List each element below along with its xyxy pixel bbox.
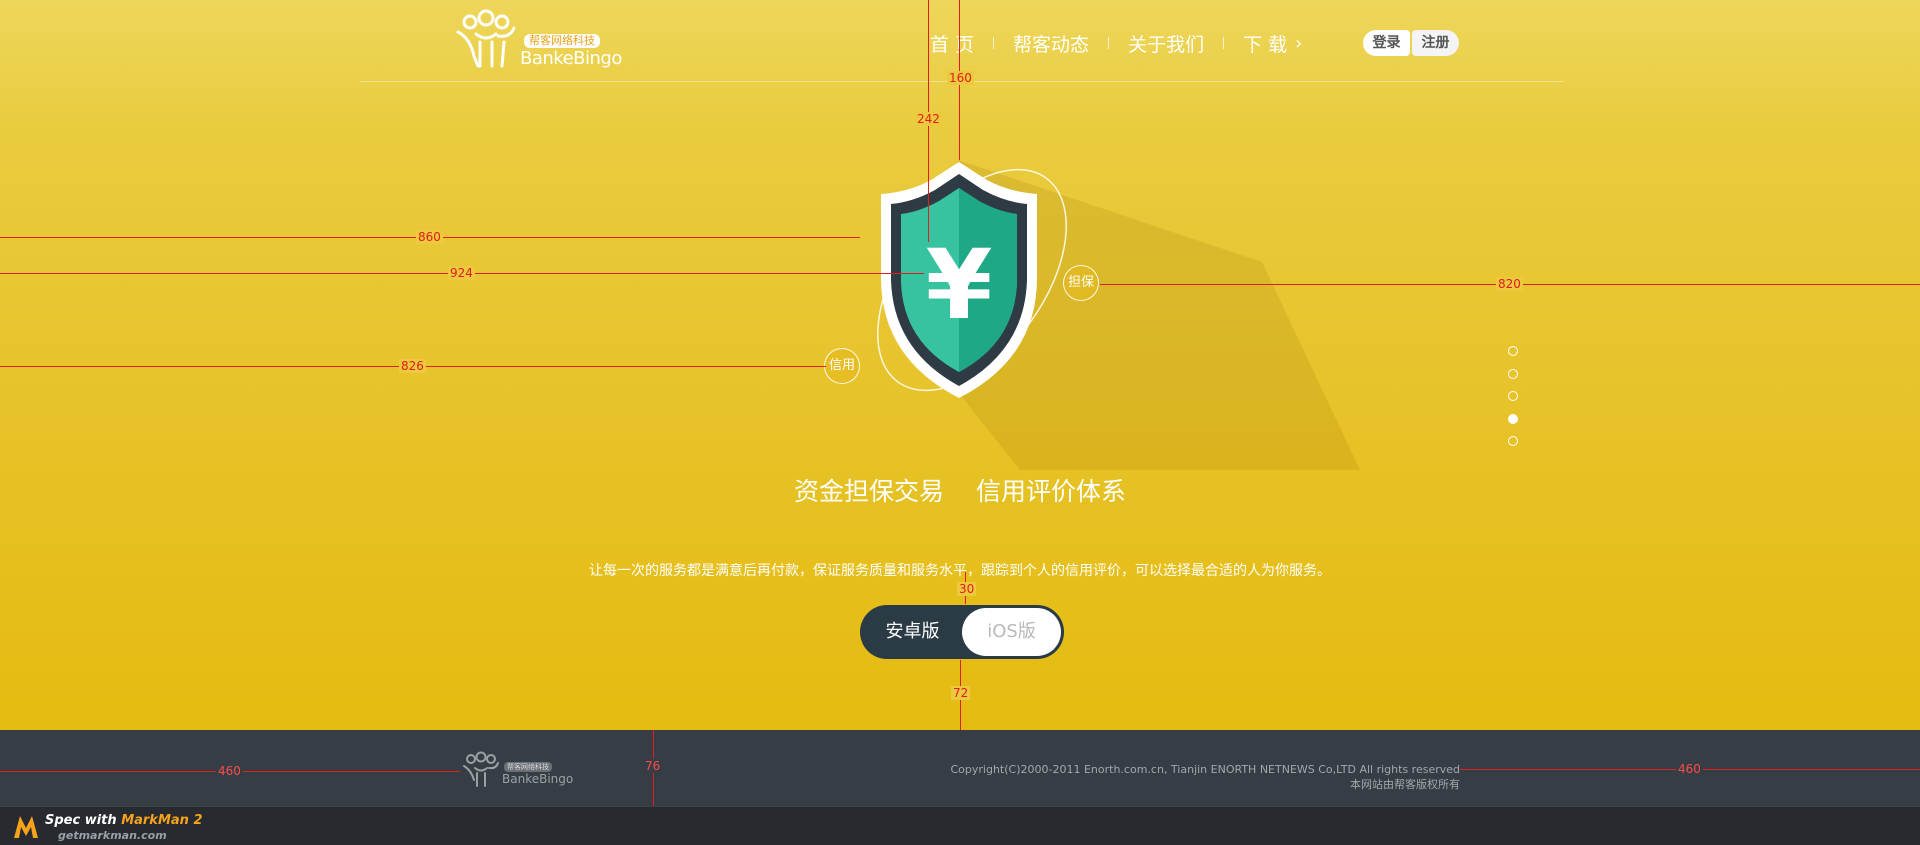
yen-icon: ¥: [926, 229, 993, 341]
measure-label: 160: [947, 71, 974, 85]
nav-download[interactable]: 下 载: [1243, 30, 1287, 57]
markman-bar: Spec with MarkMan 2 getmarkman.com: [0, 806, 1920, 845]
hero-section: 帮客网络科技 BankeBingo 首 页 帮客动态 关于我们 下 载 › 登录…: [0, 0, 1920, 730]
shield-illustration: ¥ 担保 信用: [800, 150, 1180, 510]
measure-label: 72: [951, 686, 971, 700]
footer-logo-chinese-text: 帮客网络科技: [504, 762, 552, 772]
measure-label: 826: [399, 359, 426, 373]
measure-label: 820: [1496, 277, 1523, 291]
nav-news[interactable]: 帮客动态: [1013, 30, 1089, 57]
shield-icon: ¥: [881, 162, 1037, 398]
top-navigation-bar: 帮客网络科技 BankeBingo 首 页 帮客动态 关于我们 下 载 › 登录…: [0, 0, 1920, 82]
badge-guarantee: 担保: [1063, 265, 1099, 301]
slide-dot-active[interactable]: [1508, 413, 1518, 424]
hero-headline: 资金担保交易 信用评价体系: [794, 477, 1126, 506]
hero-subline: 让每一次的服务都是满意后再付款，保证服务质量和服务水平，跟踪到个人的信用评价，可…: [589, 563, 1331, 579]
measure-label: 460: [1676, 762, 1703, 776]
download-buttons: 安卓版 iOS版: [860, 605, 1064, 659]
slide-dot[interactable]: [1508, 368, 1518, 379]
people-logo-icon: [456, 9, 516, 68]
brand-logo[interactable]: 帮客网络科技 BankeBingo: [452, 8, 622, 74]
android-download-button[interactable]: 安卓版: [863, 608, 962, 656]
logo-chinese-text: 帮客网络科技: [524, 34, 600, 48]
auth-buttons: 登录 注册: [1363, 30, 1459, 56]
logo-english-text: BankeBingo: [520, 48, 622, 69]
markman-logo-icon: [14, 816, 38, 838]
rights-line: 本网站由帮客版权所有: [1350, 778, 1460, 791]
main-nav: 首 页 帮客动态 关于我们 下 载 ›: [930, 28, 1302, 58]
nav-home[interactable]: 首 页: [930, 30, 974, 57]
people-logo-icon: [463, 751, 499, 787]
nav-divider: [1108, 37, 1110, 49]
measure-label: 30: [957, 582, 977, 596]
footer-logo-english-text: BankeBingo: [502, 772, 574, 786]
measure-label: 242: [915, 112, 942, 126]
slide-dot[interactable]: [1508, 391, 1518, 401]
markman-prefix: Spec with: [45, 813, 122, 828]
slide-pagination: [1508, 346, 1520, 459]
nav-divider: [993, 37, 995, 49]
register-button[interactable]: 注册: [1412, 30, 1459, 56]
footer-logo[interactable]: 帮客网络科技 BankeBingo: [460, 750, 573, 790]
ios-download-button[interactable]: iOS版: [962, 608, 1061, 656]
markman-title: Spec with MarkMan 2: [45, 813, 203, 828]
markman-brand: MarkMan 2: [121, 813, 203, 828]
measure-label: 924: [448, 266, 475, 280]
footer: 帮客网络科技 BankeBingo Copyright(C)2000-2011 …: [0, 730, 1920, 806]
slide-dot[interactable]: [1508, 346, 1518, 356]
copyright-text: Copyright(C)2000-2011 Enorth.com.cn, Tia…: [951, 762, 1461, 792]
chevron-right-icon[interactable]: ›: [1295, 33, 1302, 54]
markman-url[interactable]: getmarkman.com: [58, 829, 167, 842]
nav-about[interactable]: 关于我们: [1128, 30, 1204, 57]
badge-credit: 信用: [824, 348, 860, 384]
measure-label: 76: [643, 759, 663, 773]
copyright-line: Copyright(C)2000-2011 Enorth.com.cn, Tia…: [950, 763, 1461, 776]
slide-dot[interactable]: [1508, 436, 1518, 446]
nav-divider: [1223, 37, 1225, 49]
login-button[interactable]: 登录: [1363, 30, 1410, 56]
measure-label: 460: [216, 764, 243, 778]
measure-label: 860: [416, 230, 443, 244]
